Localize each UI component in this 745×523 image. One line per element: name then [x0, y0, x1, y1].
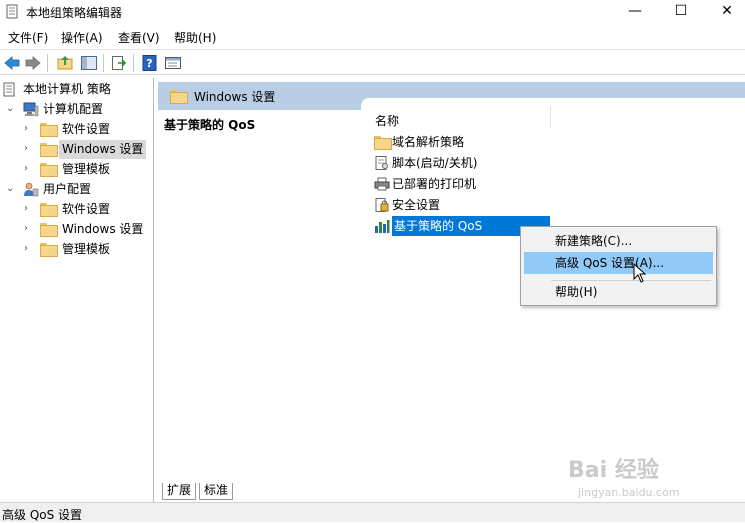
- close-button[interactable]: ✕: [704, 0, 745, 24]
- menu-help[interactable]: 帮助(H): [174, 29, 216, 46]
- context-menu: 新建策略(C)... 高级 QoS 设置(A)... 帮助(H): [520, 226, 717, 306]
- tree-label: 软件设置: [62, 122, 111, 136]
- computer-icon: [23, 102, 39, 117]
- forward-arrow-icon[interactable]: [24, 54, 42, 72]
- toolbar-separator: [103, 54, 104, 72]
- menu-view[interactable]: 查看(V): [118, 29, 160, 46]
- details-header-title: Windows 设置: [194, 90, 276, 104]
- help-icon[interactable]: ?: [141, 54, 159, 72]
- show-hide-tree-icon[interactable]: [80, 54, 98, 72]
- toolbar: ?: [0, 49, 745, 75]
- chevron-down-icon[interactable]: ⌄: [6, 184, 14, 194]
- tree-label: Windows 设置: [62, 222, 144, 236]
- tree-user-config-label: 用户配置: [43, 182, 92, 196]
- export-list-icon[interactable]: [110, 54, 128, 72]
- user-icon: [24, 182, 39, 197]
- list-item-label: 已部署的打印机: [392, 177, 477, 191]
- script-icon: [375, 156, 388, 170]
- tree-computer-config-label: 计算机配置: [43, 102, 104, 116]
- column-header-name[interactable]: 名称: [375, 112, 399, 129]
- title-bar: 本地组策略编辑器 — ☐ ✕: [0, 0, 745, 24]
- folder-icon: [170, 90, 188, 104]
- folder-icon: [40, 223, 58, 237]
- tree-root-label: 本地计算机 策略: [23, 82, 111, 96]
- ctx-advanced-qos-settings[interactable]: 高级 QoS 设置(A)...: [524, 252, 713, 274]
- description-title: 基于策略的 QoS: [164, 118, 256, 132]
- folder-icon: [40, 243, 58, 257]
- status-bar: 高级 QoS 设置: [0, 502, 745, 522]
- mouse-cursor-icon: [633, 263, 647, 283]
- console-tree: 本地计算机 策略 ⌄ 计算机配置 › 软件设置 › Windows 设置 › 管…: [0, 78, 154, 502]
- baidu-watermark-url: jingyan.baidu.com: [578, 486, 680, 499]
- chevron-right-icon[interactable]: ›: [24, 164, 32, 174]
- printer-icon: [374, 177, 390, 191]
- chevron-right-icon[interactable]: ›: [24, 144, 32, 154]
- minimize-button[interactable]: —: [612, 0, 658, 24]
- chevron-right-icon[interactable]: ›: [24, 204, 32, 214]
- folder-icon: [40, 163, 58, 177]
- toolbar-separator: [47, 54, 48, 72]
- menu-bar: 文件(F) 操作(A) 查看(V) 帮助(H): [0, 27, 745, 47]
- maximize-button[interactable]: ☐: [658, 0, 704, 24]
- chevron-right-icon[interactable]: ›: [24, 224, 32, 234]
- folder-icon: [40, 203, 58, 217]
- security-icon: [375, 198, 389, 212]
- tree-label: 管理模板: [62, 162, 111, 176]
- tab-extended[interactable]: 扩展: [162, 483, 197, 500]
- chevron-right-icon[interactable]: ›: [24, 244, 32, 254]
- qos-chart-icon: [375, 220, 390, 233]
- up-folder-icon[interactable]: [56, 54, 74, 72]
- tree-label: Windows 设置: [59, 140, 147, 159]
- folder-icon: [40, 143, 58, 157]
- baidu-watermark-logo: Bai 经验: [568, 458, 659, 483]
- chevron-right-icon[interactable]: ›: [24, 124, 32, 134]
- list-item-label: 安全设置: [392, 198, 441, 212]
- back-arrow-icon[interactable]: [3, 54, 21, 72]
- folder-icon: [374, 136, 392, 150]
- tree-label: 管理模板: [62, 242, 111, 256]
- ctx-new-policy[interactable]: 新建策略(C)...: [524, 230, 713, 252]
- tree-label: 软件设置: [62, 202, 111, 216]
- policy-document-icon: [3, 82, 15, 97]
- group-policy-editor-icon: [6, 4, 18, 19]
- folder-icon: [40, 123, 58, 137]
- toolbar-separator: [133, 54, 134, 72]
- status-text: 高级 QoS 设置: [2, 508, 83, 522]
- ctx-help[interactable]: 帮助(H): [524, 281, 713, 303]
- window-title: 本地组策略编辑器: [26, 6, 123, 20]
- properties-icon[interactable]: [164, 54, 182, 72]
- chevron-down-icon[interactable]: ⌄: [6, 104, 14, 114]
- menu-file[interactable]: 文件(F): [8, 29, 48, 46]
- list-item-label: 脚本(启动/关机): [392, 156, 478, 170]
- menu-action[interactable]: 操作(A): [61, 29, 103, 46]
- list-item-label: 域名解析策略: [392, 135, 465, 149]
- tab-standard[interactable]: 标准: [199, 483, 234, 500]
- svg-text:?: ?: [146, 57, 152, 70]
- column-divider[interactable]: [550, 106, 551, 128]
